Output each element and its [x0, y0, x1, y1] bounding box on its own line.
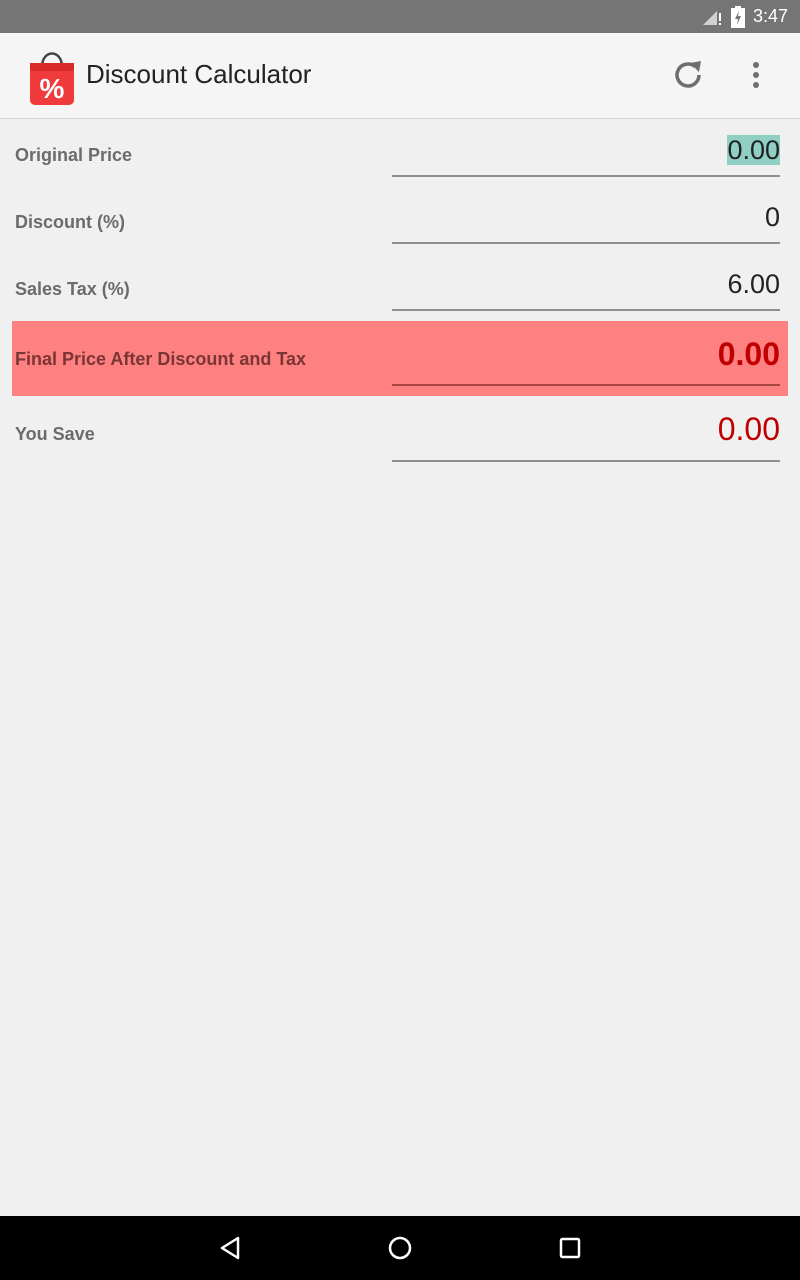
final-price-value: 0.00 [392, 329, 780, 386]
home-icon[interactable] [380, 1228, 420, 1268]
sales-tax-label: Sales Tax (%) [15, 279, 130, 299]
status-time: 3:47 [752, 6, 788, 26]
you-save-label: You Save [15, 424, 95, 444]
you-save-value: 0.00 [392, 405, 780, 462]
discount-row: Discount (%) 0 [12, 195, 788, 247]
svg-text:%: % [40, 73, 65, 104]
signal-icon [702, 10, 721, 25]
app-bar: % Discount Calculator [0, 33, 800, 119]
battery-charging-icon [730, 5, 745, 28]
final-price-label: Final Price After Discount and Tax [15, 349, 307, 369]
more-options-icon[interactable] [744, 55, 768, 95]
back-icon[interactable] [210, 1228, 250, 1268]
app-title: Discount Calculator [86, 59, 312, 89]
shopping-bag-percent-icon: % [30, 52, 74, 105]
you-save-row: You Save 0.00 [12, 405, 788, 463]
refresh-icon[interactable] [668, 55, 708, 95]
original-price-label: Original Price [15, 145, 133, 165]
original-price-row: Original Price 0.00 [12, 128, 788, 180]
original-price-value: 0.00 [727, 135, 780, 165]
sales-tax-row: Sales Tax (%) 6.00 [12, 262, 788, 314]
final-price-row: Final Price After Discount and Tax 0.00 [12, 321, 788, 396]
navigation-bar [0, 1216, 800, 1280]
status-bar: 3:47 [0, 0, 800, 33]
recents-icon[interactable] [550, 1228, 590, 1268]
original-price-input[interactable]: 0.00 [392, 128, 780, 177]
discount-input[interactable]: 0 [392, 195, 780, 244]
sales-tax-input[interactable]: 6.00 [392, 262, 780, 311]
discount-label: Discount (%) [15, 212, 125, 232]
